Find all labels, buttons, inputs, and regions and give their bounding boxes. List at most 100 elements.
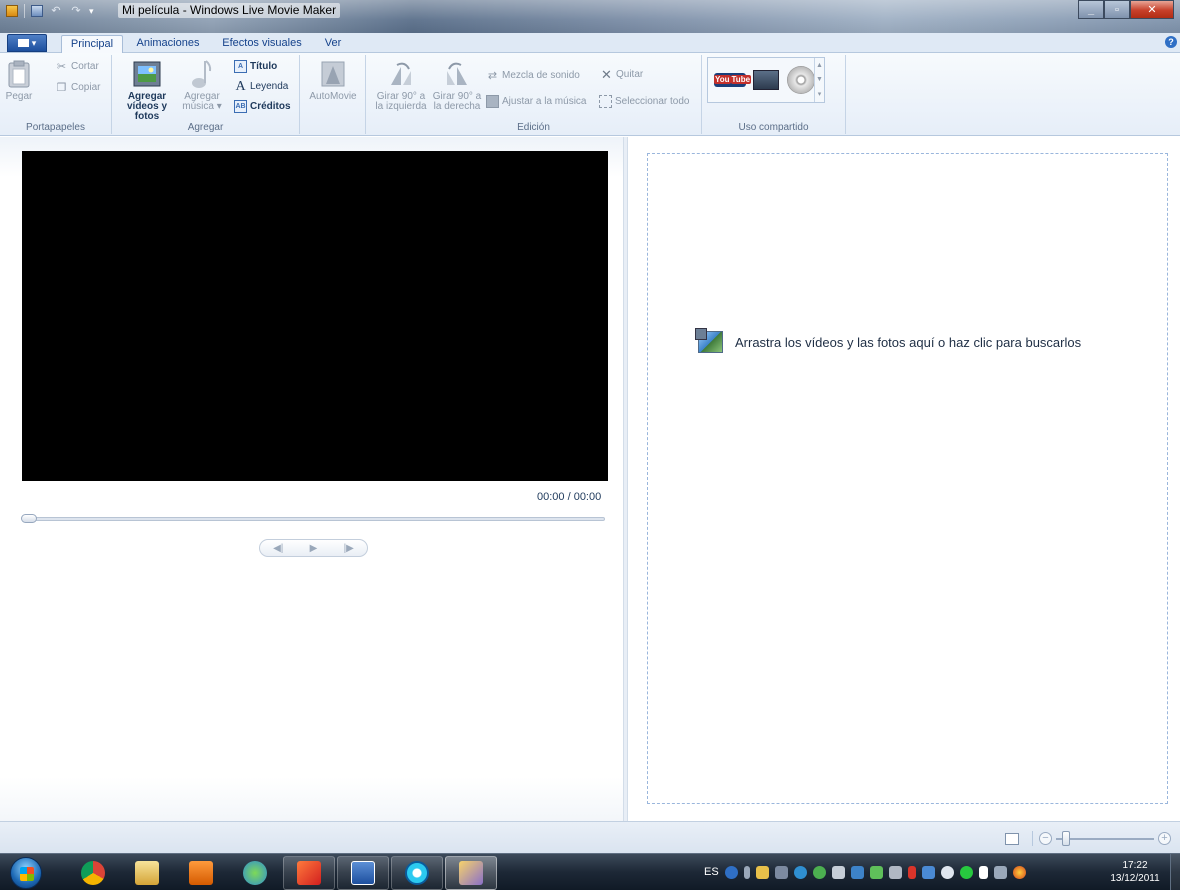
- title-button[interactable]: A Título: [234, 60, 277, 73]
- tray-app-icon-6[interactable]: [869, 865, 883, 879]
- group-label-editing: Edición: [517, 122, 550, 133]
- tab-ver[interactable]: Ver: [317, 35, 349, 53]
- thumbnail-size-icon[interactable]: [1005, 833, 1019, 845]
- add-videos-photos-button[interactable]: Agregar vídeos y fotos: [116, 59, 178, 122]
- maximize-button[interactable]: ▫: [1104, 0, 1130, 19]
- youtube-icon[interactable]: You Tube: [714, 73, 752, 87]
- tray-app-icon-4[interactable]: [812, 865, 826, 879]
- select-all-button[interactable]: Seleccionar todo: [599, 95, 690, 108]
- printer-icon[interactable]: [831, 865, 845, 879]
- previous-frame-icon[interactable]: ◀|: [273, 543, 283, 554]
- qat-customize-icon[interactable]: ▾: [89, 6, 94, 17]
- gallery-more-icon[interactable]: ▾: [818, 90, 822, 98]
- rotate-right-icon: [442, 59, 472, 89]
- volume-icon[interactable]: [940, 865, 954, 879]
- cut-button[interactable]: ✂ Cortar: [55, 60, 99, 73]
- taskbar-chrome[interactable]: [67, 856, 119, 890]
- paste-button[interactable]: Pegar: [4, 59, 34, 102]
- credits-label: Créditos: [250, 101, 291, 112]
- zoom-slider-thumb[interactable]: [1062, 831, 1070, 846]
- application-menu-button[interactable]: ▾: [7, 34, 47, 52]
- copy-button[interactable]: ❐ Copiar: [55, 81, 101, 94]
- ribbon-tabs: ▾ Principal Animaciones Efectos visuales…: [0, 33, 1180, 54]
- language-indicator[interactable]: ES: [704, 866, 719, 878]
- rotate-left-button[interactable]: Girar 90° a la izquierda: [372, 59, 430, 112]
- redo-icon[interactable]: ↷: [69, 5, 83, 17]
- computer-screen-icon[interactable]: [753, 70, 779, 90]
- tray-expand-icon[interactable]: [743, 865, 750, 879]
- pane-splitter[interactable]: [624, 137, 628, 821]
- tray-app-icon-1[interactable]: [755, 865, 769, 879]
- show-desktop-button[interactable]: [1170, 854, 1180, 890]
- network-icon[interactable]: [921, 865, 935, 879]
- add-videos-label-2: vídeos y fotos: [126, 101, 168, 122]
- add-music-label-2: música: [182, 101, 214, 112]
- copy-icon: ❐: [56, 82, 67, 94]
- taskbar-app-red[interactable]: [283, 856, 335, 890]
- clock[interactable]: 17:22 13/12/2011: [1103, 859, 1167, 885]
- storyboard-drop-area[interactable]: [647, 153, 1168, 804]
- zoom-out-button[interactable]: −: [1039, 832, 1052, 845]
- taskbar-movie-maker[interactable]: [445, 856, 497, 890]
- action-center-flag-icon[interactable]: [978, 865, 988, 879]
- storyboard-hint[interactable]: Arrastra los vídeos y las fotos aquí o h…: [695, 328, 1081, 353]
- taskbar-media-player[interactable]: [175, 856, 227, 890]
- movie-maker-icon: [459, 861, 483, 885]
- taskbar-word[interactable]: [337, 856, 389, 890]
- dvd-icon[interactable]: [787, 66, 815, 94]
- tab-efectos-visuales[interactable]: Efectos visuales: [216, 35, 308, 53]
- add-music-button[interactable]: Agregar música ▾: [176, 59, 228, 112]
- zoom-in-button[interactable]: +: [1158, 832, 1171, 845]
- seek-thumb[interactable]: [21, 514, 37, 523]
- caption-icon: A: [235, 78, 246, 94]
- tray-app-icon-8[interactable]: [907, 865, 916, 879]
- group-add: Agregar vídeos y fotos Agregar música ▾ …: [112, 55, 300, 134]
- audio-mix-button[interactable]: ⇄ Mezcla de sonido: [486, 69, 580, 82]
- tray-app-icon-2[interactable]: [774, 865, 788, 879]
- start-button[interactable]: [10, 857, 42, 889]
- video-preview[interactable]: [22, 151, 608, 481]
- audio-mix-label: Mezcla de sonido: [502, 70, 580, 81]
- taskbar-clock-app[interactable]: [391, 856, 443, 890]
- credits-button[interactable]: AB Créditos: [234, 100, 291, 113]
- undo-icon[interactable]: ↶: [49, 5, 63, 17]
- play-icon[interactable]: ▶: [310, 543, 318, 554]
- youtube-label-tube: Tube: [730, 75, 752, 84]
- automovie-button[interactable]: AutoMovie: [304, 59, 362, 102]
- app-icon[interactable]: [6, 5, 18, 17]
- minimize-button[interactable]: _: [1078, 0, 1104, 19]
- scroll-up-icon[interactable]: ▲: [816, 62, 823, 69]
- next-frame-icon[interactable]: |▶: [344, 543, 354, 554]
- caption-button[interactable]: A Leyenda: [234, 78, 288, 94]
- close-button[interactable]: ✕: [1130, 0, 1174, 19]
- remove-button[interactable]: ✕ Quitar: [600, 67, 643, 82]
- rotate-left-icon: [386, 59, 416, 89]
- cut-label: Cortar: [71, 61, 99, 72]
- tray-app-icon-5[interactable]: [850, 865, 864, 879]
- tab-animaciones[interactable]: Animaciones: [130, 35, 206, 53]
- clock-app-icon: [405, 861, 429, 885]
- zoom-slider-track[interactable]: [1056, 838, 1154, 840]
- tab-principal[interactable]: Principal: [61, 35, 123, 54]
- rotate-right-button[interactable]: Girar 90° a la derecha: [428, 59, 486, 112]
- help-tray-icon[interactable]: [724, 865, 738, 879]
- qat-separator: [24, 4, 25, 18]
- app-red-icon: [297, 861, 321, 885]
- save-icon[interactable]: [31, 5, 43, 17]
- tray-app-icon-7[interactable]: [888, 865, 902, 879]
- tray-app-icon-10[interactable]: [993, 865, 1007, 879]
- tray-app-icon-3[interactable]: [793, 865, 807, 879]
- group-automovie: AutoMovie: [300, 55, 366, 134]
- taskbar-messenger[interactable]: [229, 856, 281, 890]
- help-icon[interactable]: ?: [1165, 36, 1177, 48]
- share-gallery-scroll[interactable]: ▲ ▼ ▾: [814, 58, 824, 102]
- fit-to-music-button[interactable]: Ajustar a la música: [486, 95, 586, 108]
- tray-app-icon-9[interactable]: [959, 865, 973, 879]
- title-label: Título: [250, 61, 278, 72]
- taskbar-explorer[interactable]: [121, 856, 173, 890]
- tray-app-icon-11[interactable]: [1012, 865, 1026, 879]
- scroll-down-icon[interactable]: ▼: [816, 76, 823, 83]
- film-photo-icon: [132, 59, 162, 89]
- group-label-add: Agregar: [187, 122, 224, 133]
- seek-bar[interactable]: [22, 517, 605, 521]
